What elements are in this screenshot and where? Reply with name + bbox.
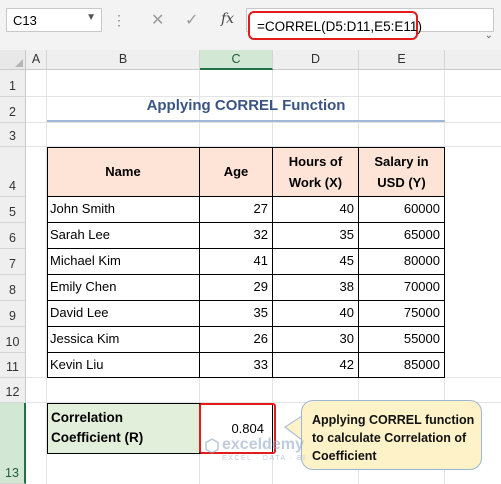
column-header-e[interactable]: E — [359, 50, 445, 70]
function-icon[interactable]: fx — [221, 11, 234, 27]
expand-icon[interactable]: ⌄ — [485, 30, 493, 41]
table-cell-hours[interactable]: 30 — [273, 327, 359, 353]
row-number: 11 — [6, 360, 19, 374]
table-cell-name[interactable]: Michael Kim — [47, 249, 200, 275]
table-cell-name[interactable]: Jessica Kim — [47, 327, 200, 353]
table-cell-hours[interactable]: 35 — [273, 223, 359, 249]
correlation-label[interactable]: Correlation Coefficient (R) — [47, 403, 200, 454]
correlation-value: 0.804 — [231, 421, 264, 436]
table-cell-age[interactable]: 33 — [200, 353, 273, 378]
row-number: 10 — [5, 335, 20, 349]
row-number: 12 — [5, 385, 20, 399]
formula-text: =CORREL(D5:D11,E5:E11) — [257, 19, 422, 34]
select-all-button[interactable] — [0, 50, 26, 70]
row-header-11[interactable]: 11 — [0, 353, 26, 378]
column-header-a[interactable]: A — [26, 50, 47, 70]
row-header-5[interactable]: 5 — [0, 197, 26, 223]
table-cell-salary[interactable]: 55000 — [359, 327, 445, 353]
row-header-13[interactable]: 13 — [0, 403, 26, 484]
formula-bar-buttons: ✕ ✓ fx — [133, 8, 243, 32]
title-underline — [47, 120, 445, 122]
header-cell-salary[interactable]: Salary in USD (Y) — [359, 147, 445, 197]
row-number: 3 — [9, 129, 16, 143]
column-header-blank — [445, 50, 501, 70]
formula-bar: C13 ▼ ⋮ ✕ ✓ fx =CORREL(D5:D11,E5:E11) ⌄ — [0, 0, 501, 50]
row-number: 9 — [9, 309, 16, 323]
table-cell-hours[interactable]: 45 — [273, 249, 359, 275]
formula-highlight: =CORREL(D5:D11,E5:E11) — [248, 11, 422, 40]
callout-box: Applying CORREL function to calculate Co… — [301, 400, 482, 470]
column-header-b[interactable]: B — [47, 50, 200, 70]
row-number: 7 — [9, 257, 16, 271]
name-box[interactable]: C13 ▼ — [6, 8, 102, 32]
table-cell-hours[interactable]: 42 — [273, 353, 359, 378]
row-number: 13 — [5, 466, 19, 480]
table-cell-salary[interactable]: 70000 — [359, 275, 445, 301]
header-cell-hours[interactable]: Hours of Work (X) — [273, 147, 359, 197]
column-header-d[interactable]: D — [273, 50, 359, 70]
table-cell-name[interactable]: Emily Chen — [47, 275, 200, 301]
more-icon: ⋮ — [112, 12, 127, 28]
table-cell-age[interactable]: 35 — [200, 301, 273, 327]
table-cell-age[interactable]: 29 — [200, 275, 273, 301]
table-cell-name[interactable]: John Smith — [47, 197, 200, 223]
table-cell-salary[interactable]: 80000 — [359, 249, 445, 275]
row-header-2[interactable]: 2 — [0, 97, 26, 123]
row-header-4[interactable]: 4 — [0, 147, 26, 197]
row-number: 8 — [9, 283, 16, 297]
gridline — [26, 122, 501, 123]
table-cell-age[interactable]: 26 — [200, 327, 273, 353]
header-cell-age[interactable]: Age — [200, 147, 273, 197]
row-number: 4 — [9, 179, 16, 193]
callout-text: Applying CORREL function to calculate Co… — [312, 413, 475, 463]
watermark: exceldemy EXCEL · DATA · BI — [205, 436, 325, 476]
table-cell-name[interactable]: Kevin Liu — [47, 353, 200, 378]
watermark-name: exceldemy — [222, 436, 304, 453]
sheet-title[interactable]: Applying CORREL Function — [47, 97, 445, 114]
row-header-10[interactable]: 10 — [0, 327, 26, 353]
table-cell-hours[interactable]: 40 — [273, 301, 359, 327]
row-number: 2 — [9, 105, 16, 119]
dropdown-icon[interactable]: ▼ — [86, 12, 96, 23]
name-box-value: C13 — [13, 13, 37, 28]
enter-icon[interactable]: ✓ — [185, 10, 198, 30]
row-header-9[interactable]: 9 — [0, 301, 26, 327]
header-cell-name[interactable]: Name — [47, 147, 200, 197]
row-header-8[interactable]: 8 — [0, 275, 26, 301]
table-cell-age[interactable]: 32 — [200, 223, 273, 249]
table-cell-hours[interactable]: 40 — [273, 197, 359, 223]
row-number: 6 — [9, 231, 16, 245]
table-cell-salary[interactable]: 60000 — [359, 197, 445, 223]
watermark-logo-icon — [205, 438, 219, 454]
row-header-12[interactable]: 12 — [0, 378, 26, 403]
column-header-c[interactable]: C — [200, 50, 273, 70]
table-cell-hours[interactable]: 38 — [273, 275, 359, 301]
row-header-7[interactable]: 7 — [0, 249, 26, 275]
table-cell-name[interactable]: Sarah Lee — [47, 223, 200, 249]
table-cell-age[interactable]: 27 — [200, 197, 273, 223]
row-number: 1 — [9, 79, 16, 93]
table-cell-age[interactable]: 41 — [200, 249, 273, 275]
watermark-tagline: EXCEL · DATA · BI — [222, 455, 307, 462]
table-cell-salary[interactable]: 85000 — [359, 353, 445, 378]
row-header-1[interactable]: 1 — [0, 70, 26, 97]
table-cell-salary[interactable]: 75000 — [359, 301, 445, 327]
table-cell-salary[interactable]: 65000 — [359, 223, 445, 249]
cancel-icon[interactable]: ✕ — [151, 10, 164, 30]
row-number: 5 — [9, 205, 16, 219]
row-header-3[interactable]: 3 — [0, 123, 26, 147]
table-cell-name[interactable]: David Lee — [47, 301, 200, 327]
row-header-6[interactable]: 6 — [0, 223, 26, 249]
